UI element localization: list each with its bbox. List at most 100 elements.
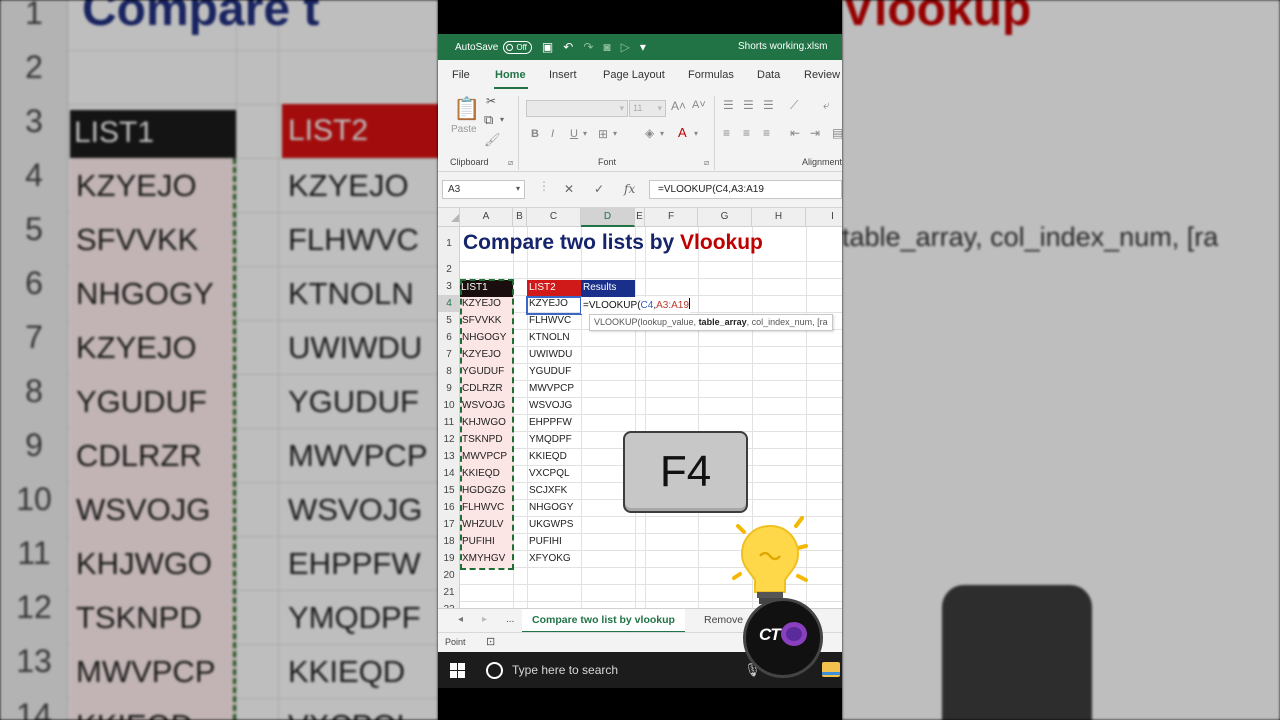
fill-dropdown-icon[interactable]: ▾	[660, 129, 664, 138]
list2-cell[interactable]: PUFIHI	[527, 533, 562, 550]
row-header-11[interactable]: 11	[438, 414, 460, 431]
borders-icon[interactable]: ⊞	[598, 127, 608, 141]
macro-record-icon[interactable]: ⊡	[486, 635, 495, 648]
list2-cell[interactable]: UWIWDU	[527, 346, 572, 363]
row-header-17[interactable]: 17	[438, 516, 460, 533]
row-header-15[interactable]: 15	[438, 482, 460, 499]
row-header-9[interactable]: 9	[438, 380, 460, 397]
column-header-g[interactable]: G	[698, 208, 752, 227]
decrease-indent-icon[interactable]: ⇤	[790, 126, 800, 140]
align-left-icon[interactable]: ≡	[723, 126, 730, 140]
sheet-nav-prev-icon[interactable]: ◂	[458, 614, 463, 625]
tab-page-layout[interactable]: Page Layout	[603, 69, 665, 81]
align-bottom-icon[interactable]: ☰	[763, 98, 774, 112]
autosave-toggle[interactable]: Off	[503, 40, 532, 54]
row-header-2[interactable]: 2	[438, 261, 460, 278]
font-launcher-icon[interactable]: ⧄	[704, 158, 709, 168]
fill-color-icon[interactable]: ◈	[645, 126, 654, 140]
decrease-font-icon[interactable]: A˅	[692, 99, 706, 111]
format-painter-icon[interactable]: 🖌	[484, 132, 501, 148]
undo-icon[interactable]: ↶	[563, 40, 573, 54]
row-header-13[interactable]: 13	[438, 448, 460, 465]
row-header-19[interactable]: 19	[438, 550, 460, 567]
sheet-more-button[interactable]: ...	[506, 614, 514, 625]
sheet-tab-remove[interactable]: Remove	[704, 614, 743, 626]
row-header-12[interactable]: 12	[438, 431, 460, 448]
row-header-4[interactable]: 4	[438, 295, 460, 312]
taskbar-search-input[interactable]: Type here to search	[512, 663, 618, 677]
align-middle-icon[interactable]: ☰	[743, 98, 754, 112]
column-header-h[interactable]: H	[752, 208, 806, 227]
column-header-i[interactable]: I	[806, 208, 842, 227]
row-header-14[interactable]: 14	[438, 465, 460, 482]
row-header-22[interactable]: 22	[438, 601, 460, 608]
row-header-20[interactable]: 20	[438, 567, 460, 584]
wrap-text-icon[interactable]: ⤶	[823, 98, 830, 113]
tab-home[interactable]: Home	[495, 69, 526, 81]
list2-cell[interactable]: EHPPFW	[527, 414, 572, 431]
list2-cell[interactable]: VXCPQL	[527, 465, 570, 482]
list2-cell[interactable]: MWVPCP	[527, 380, 574, 397]
save-icon[interactable]: ▣	[542, 40, 553, 54]
camera-icon[interactable]: ◙	[603, 40, 610, 54]
merge-icon[interactable]: ▤	[832, 126, 842, 140]
select-all-corner[interactable]	[438, 208, 460, 227]
cut-icon[interactable]: ✂	[486, 94, 496, 108]
borders-dropdown-icon[interactable]: ▾	[613, 129, 617, 138]
underline-dropdown-icon[interactable]: ▾	[583, 129, 587, 138]
name-box-dropdown-icon[interactable]: ▾	[516, 184, 520, 193]
increase-font-icon[interactable]: A˄	[671, 99, 686, 113]
row-header-7[interactable]: 7	[438, 346, 460, 363]
redo-icon[interactable]: ↷	[583, 40, 593, 54]
copy-dropdown-icon[interactable]: ▾	[500, 115, 504, 124]
tab-insert[interactable]: Insert	[549, 69, 577, 81]
tab-data[interactable]: Data	[757, 69, 780, 81]
editing-cell-d4[interactable]: =VLOOKUP(C4,A3:A19	[581, 297, 690, 314]
column-header-d[interactable]: D	[581, 208, 635, 227]
row-header-1[interactable]: 1	[438, 227, 460, 261]
name-box[interactable]: A3 ▾	[442, 180, 525, 199]
tab-review[interactable]: Review	[804, 69, 840, 81]
bold-button[interactable]: B	[531, 128, 539, 140]
row-header-3[interactable]: 3	[438, 278, 460, 295]
insert-function-icon[interactable]: fx	[624, 182, 635, 196]
italic-button[interactable]: I	[551, 128, 554, 140]
list2-cell[interactable]: SCJXFK	[527, 482, 567, 499]
row-header-21[interactable]: 21	[438, 584, 460, 601]
sheet-nav-next-icon[interactable]: ▸	[482, 614, 487, 625]
increase-indent-icon[interactable]: ⇥	[810, 126, 820, 140]
align-right-icon[interactable]: ≡	[763, 126, 770, 140]
tab-file[interactable]: File	[452, 69, 470, 81]
align-center-icon[interactable]: ≡	[743, 126, 750, 140]
font-color-icon[interactable]: A	[678, 125, 687, 140]
column-header-f[interactable]: F	[645, 208, 698, 227]
results-header[interactable]: Results	[581, 280, 635, 297]
column-header-b[interactable]: B	[513, 208, 527, 227]
row-header-18[interactable]: 18	[438, 533, 460, 550]
copy-icon[interactable]: ⧉	[484, 112, 493, 128]
macro-icon[interactable]: ▷	[621, 40, 630, 54]
row-header-6[interactable]: 6	[438, 329, 460, 346]
formula-input[interactable]: =VLOOKUP(C4,A3:A19	[649, 180, 842, 199]
list2-cell[interactable]: UKGWPS	[527, 516, 573, 533]
row-header-16[interactable]: 16	[438, 499, 460, 516]
font-size-combo[interactable]: 11 ▾	[629, 100, 666, 117]
font-color-dropdown-icon[interactable]: ▾	[694, 129, 698, 138]
column-header-a[interactable]: A	[460, 208, 513, 227]
cortana-icon[interactable]	[486, 662, 503, 679]
column-header-c[interactable]: C	[527, 208, 581, 227]
orientation-icon[interactable]: ⟋	[790, 98, 798, 113]
windows-start-icon[interactable]	[450, 663, 465, 678]
paste-label[interactable]: Paste	[451, 124, 477, 135]
underline-button[interactable]: U	[570, 128, 578, 140]
list2-cell[interactable]: YMQDPF	[527, 431, 572, 448]
row-header-10[interactable]: 10	[438, 397, 460, 414]
customize-toolbar-icon[interactable]: ▾	[640, 40, 646, 54]
paste-icon[interactable]: 📋	[453, 96, 480, 122]
list2-cell[interactable]: XFYOKG	[527, 550, 571, 567]
clipboard-launcher-icon[interactable]: ⧄	[508, 158, 513, 168]
sheet-tab-active[interactable]: Compare two list by vlookup	[522, 609, 685, 633]
list2-cell[interactable]: YGUDUF	[527, 363, 571, 380]
font-name-combo[interactable]: ▾	[526, 100, 628, 117]
cancel-icon[interactable]: ✕	[564, 182, 574, 196]
